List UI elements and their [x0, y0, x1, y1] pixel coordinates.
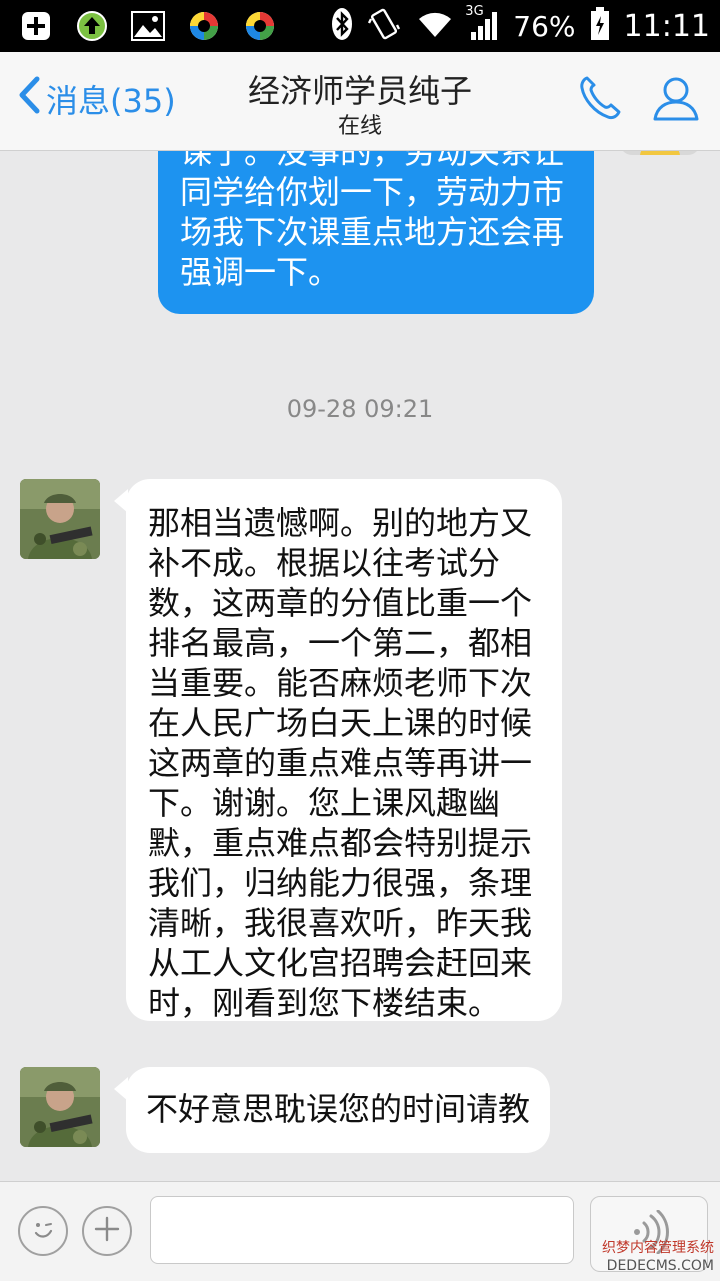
message-input[interactable] [150, 1196, 574, 1264]
signal-icon: 3G [465, 4, 499, 42]
incoming-message[interactable]: 那相当遗憾啊。别的地方又 补不成。根据以往考试分 数，这两章的分值比重一个 排名… [114, 479, 562, 1022]
avatar[interactable] [20, 479, 100, 559]
message-list[interactable]: 课了。没事的，劳动关系让 同学给你划一下，劳动力市 场我下次课重点地方还会再 强… [0, 151, 720, 1181]
input-bar: 织梦内容管理系统 DEDECMS.COM [0, 1181, 720, 1281]
person-icon [652, 74, 700, 126]
phone-icon [578, 75, 622, 125]
watermark-line: DEDECMS.COM [606, 1258, 714, 1274]
avatar [620, 151, 700, 155]
clock: 11:11 [623, 8, 710, 44]
message-line: 补不成。根据以往考试分 [148, 544, 501, 582]
status-bar: 3G 76% 11:11 [0, 0, 720, 52]
chat-header: 消息(35) 经济师学员纯子 在线 [0, 52, 720, 151]
message-line: 场我下次课重点地方还会再 [180, 213, 565, 251]
message-line: 那相当遗憾啊。别的地方又 [148, 504, 533, 542]
app-icon [242, 8, 278, 44]
message-line: 这两章的重点难点等再讲一 [148, 744, 533, 782]
message-line: 默，重点难点都会特别提示 [148, 824, 533, 862]
more-options-button[interactable] [82, 1206, 132, 1256]
message-line: 排名最高，一个第二，都相 [148, 624, 533, 662]
message-timestamp: 09-28 09:21 [286, 395, 434, 423]
watermark: 织梦内容管理系统 DEDECMS.COM [602, 1239, 714, 1275]
message-line: 我们，归纳能力很强，条理 [148, 864, 533, 902]
incoming-message[interactable]: 不好意思耽误您的时间请教 [114, 1067, 550, 1153]
add-icon [18, 8, 54, 44]
message-line: 课了。没事的，劳动关系让 [180, 151, 565, 171]
watermark-line: 织梦内容管理系统 [602, 1240, 714, 1256]
battery-percent: 76% [513, 9, 576, 43]
call-button[interactable] [572, 72, 628, 128]
emoji-icon [28, 1214, 58, 1248]
message-line: 数，这两章的分值比重一个 [148, 584, 533, 622]
upload-icon [74, 8, 110, 44]
avatar[interactable] [20, 1067, 100, 1147]
message-line: 同学给你划一下，劳动力市 [180, 173, 565, 211]
message-line: 时，刚看到您下楼结束。 [148, 984, 501, 1022]
app-icon [186, 8, 222, 44]
outgoing-message[interactable]: 课了。没事的，劳动关系让 同学给你划一下，劳动力市 场我下次课重点地方还会再 强… [158, 151, 594, 314]
battery-icon [590, 7, 610, 45]
message-line: 在人民广场白天上课的时候 [148, 704, 533, 742]
bluetooth-icon [331, 7, 353, 45]
message-line: 清晰，我很喜欢听，昨天我 [148, 904, 533, 942]
emoji-button[interactable] [18, 1206, 68, 1256]
message-line: 下。谢谢。您上课风趣幽 [148, 784, 501, 822]
wifi-icon [415, 9, 455, 43]
plus-icon [93, 1215, 121, 1247]
message-line: 不好意思耽误您的时间请教 [146, 1090, 531, 1128]
contact-profile-button[interactable] [648, 72, 704, 128]
gallery-icon [130, 8, 166, 44]
vibrate-icon [367, 7, 401, 45]
message-line: 当重要。能否麻烦老师下次 [148, 664, 533, 702]
message-line: 强调一下。 [180, 253, 341, 291]
message-line: 从工人文化宫招聘会赶回来 [148, 944, 533, 982]
